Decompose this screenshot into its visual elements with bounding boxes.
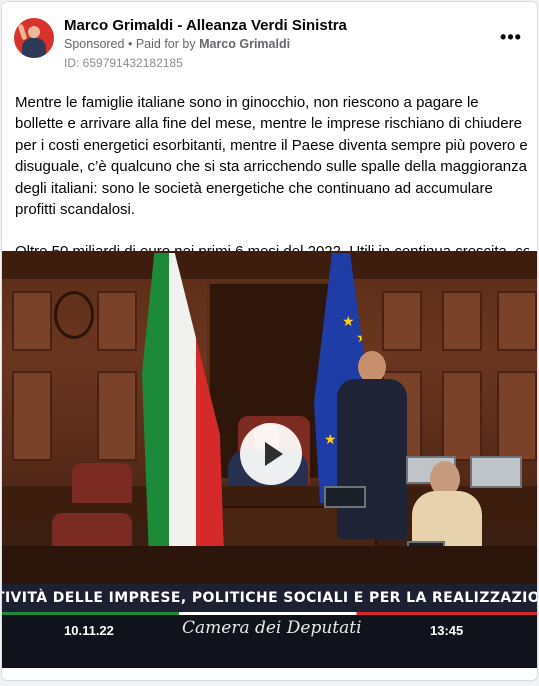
broadcast-bar: 10.11.22 Camera dei Deputati 13:45 xyxy=(2,615,537,668)
avatar[interactable] xyxy=(14,18,54,58)
post-text: Mentre le famiglie italiane sono in gino… xyxy=(15,92,529,263)
ad-id: ID: 659791432182185 xyxy=(64,56,183,70)
channel-logo: Camera dei Deputati xyxy=(182,618,362,638)
play-icon[interactable] xyxy=(240,423,302,485)
sponsored-line: Sponsored • Paid for by Marco Grimaldi xyxy=(64,37,290,51)
ticker-text: TIVITÀ DELLE IMPRESE, POLITICHE SOCIALI … xyxy=(2,590,538,606)
author-name[interactable]: Marco Grimaldi - Alleanza Verdi Sinistra xyxy=(64,17,347,34)
paid-for-name[interactable]: Marco Grimaldi xyxy=(199,37,290,51)
news-ticker: TIVITÀ DELLE IMPRESE, POLITICHE SOCIALI … xyxy=(2,584,538,612)
ad-post-card: Marco Grimaldi - Alleanza Verdi Sinistra… xyxy=(1,1,538,681)
paid-for-label: Paid for by xyxy=(135,37,196,51)
video-player[interactable]: ★ ★ ★ TIVITÀ DELLE IMPRESE, POLITICHE SO… xyxy=(2,251,538,668)
more-options-icon[interactable]: ••• xyxy=(499,28,523,52)
sponsored-label: Sponsored xyxy=(64,37,125,51)
broadcast-date: 10.11.22 xyxy=(64,623,114,638)
emblem-icon xyxy=(54,291,94,339)
post-header: Marco Grimaldi - Alleanza Verdi Sinistra… xyxy=(2,2,537,82)
broadcast-time: 13:45 xyxy=(430,623,464,638)
separator-dot: • xyxy=(127,37,133,51)
post-paragraph-1: Mentre le famiglie italiane sono in gino… xyxy=(15,94,528,219)
